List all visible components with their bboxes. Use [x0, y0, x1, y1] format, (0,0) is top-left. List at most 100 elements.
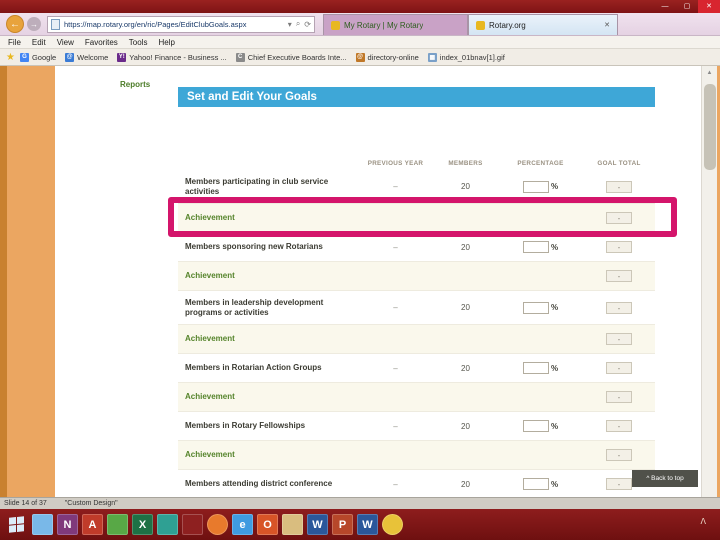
goals-table: PREVIOUS YEAR MEMBERS PERCENTAGE GOAL TO…	[178, 155, 655, 497]
achievement-row: Achievement -	[178, 325, 655, 354]
column-members: MEMBERS	[448, 160, 483, 167]
browser-navbar: ← → https://map.rotary.org/en/ric/Pages/…	[0, 13, 720, 36]
members-value: 20	[461, 303, 470, 312]
menu-view[interactable]: View	[57, 38, 74, 47]
taskbar-app-6-icon[interactable]	[157, 514, 178, 535]
goal-total-box[interactable]: -	[606, 301, 632, 314]
forward-button[interactable]: →	[27, 17, 41, 31]
menu-help[interactable]: Help	[158, 38, 174, 47]
taskbar-app-7-icon[interactable]	[182, 514, 203, 535]
goal-total-cell: -	[583, 362, 655, 374]
taskbar-app-1-icon[interactable]	[32, 514, 53, 535]
tab-label: My Rotary | My Rotary	[344, 20, 424, 30]
menu-tools[interactable]: Tools	[129, 38, 148, 47]
favorite-icon: @	[65, 52, 75, 62]
favorite-link[interactable]: ▦ index_01bnav[1].gif	[427, 52, 505, 62]
percentage-input[interactable]	[522, 420, 549, 432]
tab-favicon	[331, 20, 340, 30]
taskbar-app-2-icon[interactable]: N	[57, 514, 78, 535]
favorite-link[interactable]: @ directory-online	[355, 52, 419, 62]
back-to-top-button[interactable]: ^ Back to top	[632, 470, 698, 487]
goal-total-box[interactable]: -	[606, 333, 632, 345]
scrollbar[interactable]: ▲	[701, 66, 717, 497]
tab-my-rotary[interactable]: My Rotary | My Rotary	[323, 14, 468, 35]
taskbar-app-9-icon[interactable]: e	[232, 514, 253, 535]
taskbar-app-8-icon[interactable]	[207, 514, 228, 535]
goal-total-box[interactable]: -	[606, 362, 632, 374]
maximize-button[interactable]: ▢	[676, 0, 698, 13]
start-button[interactable]	[4, 513, 28, 537]
tab-rotary-org[interactable]: Rotary.org ✕	[468, 14, 618, 35]
taskbar-app-4-icon[interactable]	[107, 514, 128, 535]
tray-chevron-icon[interactable]: ᐱ	[701, 517, 706, 526]
content-area: Reports Set and Edit Your Goals PREVIOUS…	[0, 66, 720, 497]
percentage-input[interactable]	[522, 478, 549, 490]
goal-total-cell: -	[583, 241, 655, 253]
scrollbar-thumb[interactable]	[704, 84, 716, 170]
goal-label: Members in leadership development progra…	[185, 297, 324, 317]
taskbar-app-13-icon[interactable]: P	[332, 514, 353, 535]
taskbar-app-14-icon[interactable]: W	[357, 514, 378, 535]
taskbar: NA XeO WPW ᐱ	[0, 509, 720, 540]
close-button[interactable]: ✕	[698, 0, 720, 13]
members-value: 20	[461, 363, 470, 373]
taskbar-app-10-icon[interactable]: O	[257, 514, 278, 535]
goal-total-box[interactable]: -	[606, 212, 632, 224]
goal-total-box[interactable]: -	[606, 478, 632, 490]
goal-total-box[interactable]: -	[606, 391, 632, 403]
goal-total-cell: -	[583, 449, 655, 461]
favorite-link[interactable]: C Chief Executive Boards Inte...	[235, 52, 347, 62]
minimize-button[interactable]: —	[654, 0, 676, 13]
chevron-down-icon[interactable]: ▾	[288, 20, 292, 29]
percentage-input[interactable]	[522, 301, 549, 314]
favorite-icon: ▦	[427, 52, 437, 62]
goal-total-cell: -	[583, 270, 655, 282]
favorite-link[interactable]: Y! Yahoo! Finance - Business ...	[117, 52, 227, 62]
menu-edit[interactable]: Edit	[32, 38, 46, 47]
members-value: 20	[461, 421, 470, 431]
favorites-star-icon[interactable]: ★	[6, 52, 15, 63]
taskbar-app-12-icon[interactable]: W	[307, 514, 328, 535]
taskbar-apps: NA XeO WPW	[32, 514, 403, 535]
scroll-up-arrow-icon[interactable]: ▲	[702, 66, 717, 81]
goal-total-box[interactable]: -	[606, 449, 632, 461]
refresh-icon[interactable]: ⟳	[304, 20, 311, 29]
goal-total-box[interactable]: -	[606, 180, 632, 193]
menu-favorites[interactable]: Favorites	[85, 38, 118, 47]
taskbar-app-15-icon[interactable]	[382, 514, 403, 535]
tab-close-icon[interactable]: ✕	[598, 21, 610, 29]
taskbar-app-3-icon[interactable]: A	[82, 514, 103, 535]
windows-logo-icon	[8, 516, 24, 533]
goal-row: Members in Rotarian Action Groups – 20% -	[178, 354, 655, 383]
previous-year-value: –	[393, 182, 398, 191]
goal-total-box[interactable]: -	[606, 241, 632, 253]
taskbar-app-11-icon[interactable]	[282, 514, 303, 535]
favorite-link[interactable]: @ Welcome	[65, 52, 108, 62]
search-icon[interactable]: ⌕	[296, 19, 300, 29]
percentage-input[interactable]	[522, 241, 549, 253]
goal-total-box[interactable]: -	[606, 420, 632, 432]
goal-total-cell: -	[583, 180, 655, 193]
members-value: 20	[461, 479, 470, 489]
menu-file[interactable]: File	[8, 38, 21, 47]
favorite-link[interactable]: G Google	[19, 52, 56, 62]
taskbar-app-5-icon[interactable]: X	[132, 514, 153, 535]
favorite-label: directory-online	[367, 52, 419, 62]
goal-total-cell: -	[583, 212, 655, 224]
background-strip	[0, 66, 7, 497]
percent-sign: %	[550, 421, 559, 431]
goal-total-cell: -	[583, 420, 655, 432]
achievement-row: Achievement -	[178, 204, 655, 233]
back-button[interactable]: ←	[6, 15, 24, 33]
tab-favicon	[476, 20, 485, 30]
reports-link[interactable]: Reports	[120, 80, 150, 89]
percentage-input[interactable]	[522, 180, 549, 193]
tab-label: Rotary.org	[489, 20, 526, 30]
goal-row: Members sponsoring new Rotarians – 20% -	[178, 233, 655, 262]
goal-label: Members in Rotarian Action Groups	[185, 363, 322, 373]
favorite-label: index_01bnav[1].gif	[439, 52, 505, 62]
goal-total-cell: -	[583, 333, 655, 345]
goal-total-box[interactable]: -	[606, 270, 632, 282]
address-bar[interactable]: https://map.rotary.org/en/ric/Pages/Edit…	[47, 15, 315, 33]
percentage-input[interactable]	[522, 362, 549, 374]
